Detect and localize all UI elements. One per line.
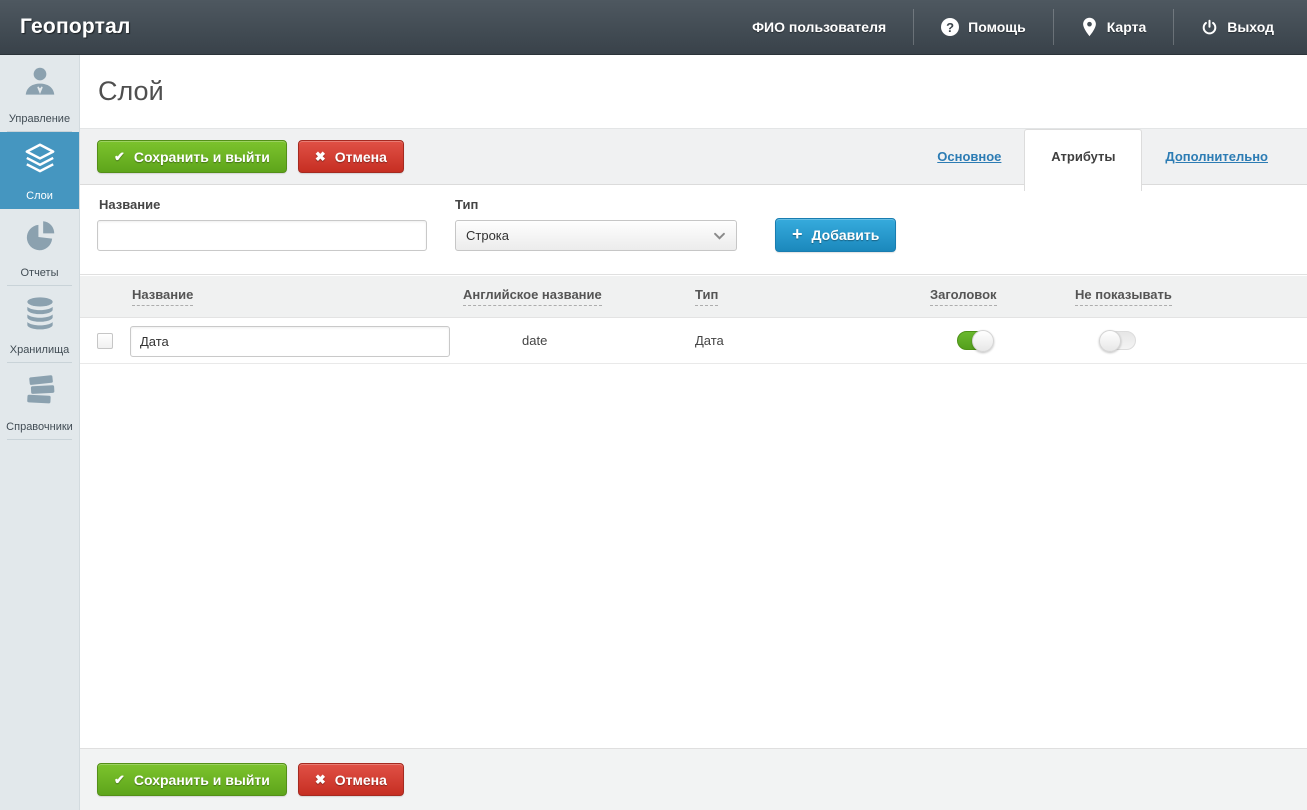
toggle-knob — [1099, 330, 1121, 352]
plus-icon: + — [792, 224, 803, 244]
sidebar-item-label: Хранилища — [9, 343, 70, 356]
user-icon — [21, 63, 59, 106]
header-menu: ФИО пользователя ? Помощь Карта Выход — [725, 0, 1301, 54]
user-fullname[interactable]: ФИО пользователя — [725, 0, 913, 54]
type-field-label: Тип — [455, 197, 479, 212]
map-pin-icon — [1081, 17, 1098, 37]
sidebar-item-management[interactable]: Управление — [0, 55, 79, 132]
top-toolbar: ✔ Сохранить и выйти ✖ Отмена Основное Ат… — [80, 128, 1307, 191]
chevron-down-icon — [713, 232, 726, 240]
save-and-exit-button[interactable]: ✔ Сохранить и выйти — [97, 140, 287, 173]
sidebar-item-label: Отчеты — [20, 266, 59, 279]
page-title: Слой — [98, 76, 164, 106]
name-input[interactable] — [97, 220, 427, 251]
tab-bar: Основное Атрибуты Дополнительно — [937, 128, 1268, 191]
col-header-type[interactable]: Тип — [695, 287, 719, 306]
save-button-label: Сохранить и выйти — [133, 148, 270, 165]
cancel-button-label: Отмена — [334, 771, 387, 788]
power-icon — [1201, 19, 1218, 36]
save-button-label: Сохранить и выйти — [133, 771, 270, 788]
database-icon — [21, 294, 59, 337]
type-select-value: Строка — [466, 228, 510, 243]
row-title-toggle[interactable] — [957, 330, 994, 352]
map-button[interactable]: Карта — [1054, 0, 1174, 54]
attributes-table-header: Название Английское название Тип Заголов… — [80, 276, 1307, 318]
col-header-english[interactable]: Английское название — [463, 287, 602, 306]
books-icon — [21, 371, 59, 414]
tab-attributes-label: Атрибуты — [1051, 148, 1116, 164]
tab-main[interactable]: Основное — [937, 149, 1001, 164]
bottom-toolbar: ✔ Сохранить и выйти ✖ Отмена — [80, 748, 1307, 810]
sidebar-item-layers[interactable]: Слои — [0, 132, 79, 209]
app-logo: Геопортал — [20, 15, 131, 38]
cross-icon: ✖ — [314, 149, 326, 164]
help-label: Помощь — [968, 19, 1026, 35]
row-name-input[interactable] — [130, 326, 450, 357]
table-row: date Дата — [80, 318, 1307, 364]
sidebar-item-reports[interactable]: Отчеты — [0, 209, 79, 286]
pie-chart-icon — [21, 217, 59, 260]
cancel-button-bottom[interactable]: ✖ Отмена — [297, 763, 404, 796]
app-header: Геопортал ФИО пользователя ? Помощь Карт… — [0, 0, 1307, 55]
attribute-add-form: Название Тип Строка + Добавить — [80, 185, 1307, 275]
title-bar: Слой — [80, 55, 1307, 128]
row-type: Дата — [695, 333, 724, 348]
row-english-name: date — [522, 333, 548, 348]
type-select[interactable]: Строка — [455, 220, 737, 251]
col-header-hide[interactable]: Не показывать — [1075, 287, 1172, 306]
toggle-knob — [972, 330, 994, 352]
help-icon: ? — [941, 18, 960, 36]
name-field-label: Название — [99, 197, 161, 212]
sidebar-item-label: Управление — [8, 112, 71, 125]
save-and-exit-button-bottom[interactable]: ✔ Сохранить и выйти — [97, 763, 287, 796]
layers-icon — [20, 140, 60, 183]
check-icon: ✔ — [114, 149, 125, 164]
logout-label: Выход — [1227, 19, 1274, 35]
main-content: Слой ✔ Сохранить и выйти ✖ Отмена Основн… — [80, 55, 1307, 810]
sidebar-item-label: Слои — [26, 189, 53, 202]
cross-icon: ✖ — [314, 772, 326, 787]
row-hide-toggle[interactable] — [1099, 330, 1136, 352]
logout-button[interactable]: Выход — [1174, 0, 1301, 54]
add-attribute-button[interactable]: + Добавить — [775, 218, 897, 252]
tab-extra[interactable]: Дополнительно — [1165, 149, 1268, 164]
cancel-button[interactable]: ✖ Отмена — [297, 140, 404, 173]
row-checkbox[interactable] — [97, 333, 113, 349]
map-label: Карта — [1106, 19, 1147, 35]
sidebar-item-label: Справочники — [6, 420, 73, 433]
sidebar-item-storages[interactable]: Хранилища — [0, 286, 79, 363]
sidebar: Управление Слои Отчеты Хранилища Справоч… — [0, 55, 80, 810]
add-button-label: Добавить — [811, 227, 880, 243]
tab-attributes[interactable]: Атрибуты — [1024, 128, 1143, 191]
col-header-title[interactable]: Заголовок — [930, 287, 997, 306]
col-header-name[interactable]: Название — [132, 287, 194, 306]
cancel-button-label: Отмена — [334, 148, 387, 165]
help-button[interactable]: ? Помощь — [914, 0, 1053, 54]
check-icon: ✔ — [114, 772, 125, 787]
sidebar-item-dictionaries[interactable]: Справочники — [0, 363, 79, 440]
